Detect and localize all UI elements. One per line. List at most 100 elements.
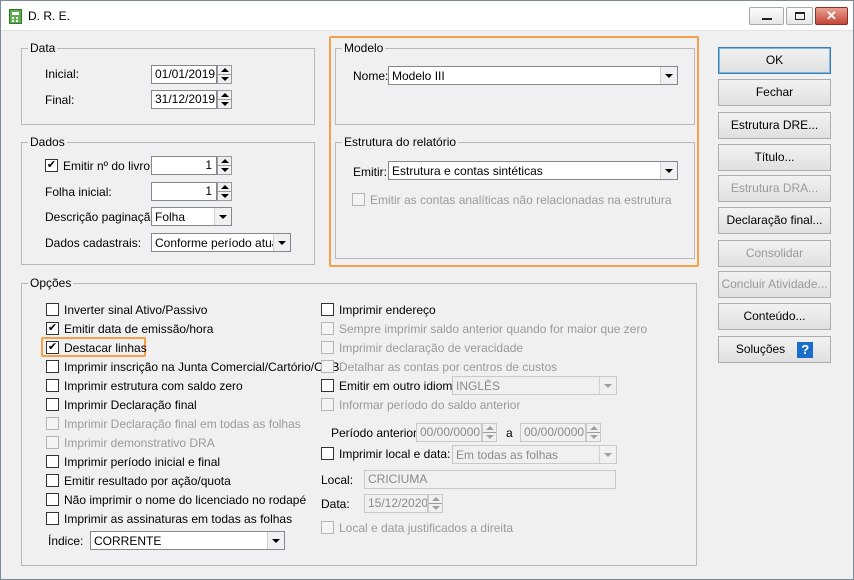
spin-up-icon[interactable] bbox=[218, 91, 231, 99]
left-options-label-8: Imprimir período inicial e final bbox=[64, 455, 221, 469]
chevron-down-icon[interactable] bbox=[660, 67, 677, 84]
contas-analiticas-label: Emitir as contas analíticas não relacion… bbox=[370, 193, 672, 207]
spin-up-icon[interactable] bbox=[218, 183, 231, 191]
spin-down-icon[interactable] bbox=[218, 99, 231, 107]
minimize-button[interactable] bbox=[749, 7, 784, 25]
estrutura-dra-button: Estrutura DRA... bbox=[718, 175, 831, 202]
emitir-label: Emitir: bbox=[353, 165, 387, 179]
folha-inicial-spinner[interactable] bbox=[217, 182, 232, 201]
left-options-label-5: Imprimir Declaração final bbox=[64, 398, 197, 412]
local-label: Local: bbox=[321, 473, 354, 487]
final-date-spinner[interactable] bbox=[217, 90, 232, 109]
dre-dialog: D. R. E. ✕ Data Inicial: 01/01/2019 Fina… bbox=[0, 0, 854, 580]
solucoes-label: Soluções bbox=[735, 342, 786, 356]
justificados-label: Local e data justificados a direita bbox=[339, 521, 514, 535]
left-options-label-9: Emitir resultado por ação/quota bbox=[64, 474, 231, 488]
nome-label: Nome: bbox=[353, 69, 389, 83]
spin-up-icon[interactable] bbox=[218, 157, 231, 165]
left-options-checkbox-11[interactable] bbox=[46, 512, 59, 525]
left-options-checkbox-10[interactable] bbox=[46, 493, 59, 506]
indice-select[interactable]: CORRENTE bbox=[90, 531, 285, 550]
left-options-label-7: Imprimir demonstrativo DRA bbox=[64, 436, 215, 450]
consolidar-empresas-button: Consolidar Empresas... bbox=[718, 240, 831, 285]
contas-analiticas-checkbox[interactable] bbox=[352, 193, 365, 206]
inicial-date-spinner[interactable] bbox=[217, 65, 232, 84]
chevron-down-icon[interactable] bbox=[214, 208, 231, 225]
emitir-livro-spinner[interactable] bbox=[217, 156, 232, 175]
final-date-input[interactable]: 31/12/2019 bbox=[151, 90, 217, 109]
left-options-checkbox-5[interactable] bbox=[46, 398, 59, 411]
left-options-label-1: Emitir data de emissão/hora bbox=[64, 322, 214, 336]
dados-cadastrais-select[interactable]: Conforme período atual bbox=[151, 233, 291, 252]
emitir-livro-input[interactable]: 1 bbox=[151, 156, 217, 175]
local-data-checkbox[interactable] bbox=[321, 447, 334, 460]
spin-down-icon bbox=[429, 503, 442, 511]
dados-cadastrais-label: Dados cadastrais: bbox=[45, 236, 142, 250]
chevron-down-icon bbox=[599, 446, 616, 463]
modelo-nome-value: Modelo III bbox=[392, 69, 445, 83]
periodo-fim-input: 00/00/0000 bbox=[520, 423, 586, 442]
solucoes-button[interactable]: Soluções? bbox=[718, 336, 831, 363]
titulo-button[interactable]: Título... bbox=[718, 144, 831, 171]
conteudo-button[interactable]: Conteúdo... bbox=[718, 303, 831, 330]
descricao-paginacao-value: Folha bbox=[155, 210, 186, 224]
data-spinner bbox=[428, 494, 443, 513]
idioma-select: INGLÊS bbox=[452, 376, 617, 395]
left-options-checkbox-1[interactable]: ✔ bbox=[46, 322, 59, 335]
right-options-label-0: Imprimir endereço bbox=[339, 303, 436, 317]
left-options-checkbox-3[interactable] bbox=[46, 360, 59, 373]
fechar-button[interactable]: Fechar bbox=[718, 79, 831, 106]
left-options-checkbox-2[interactable]: ✔ bbox=[46, 341, 59, 354]
left-options-checkbox-4[interactable] bbox=[46, 379, 59, 392]
estrutura-dre-button[interactable]: Estrutura DRE... bbox=[718, 112, 831, 139]
indice-value: CORRENTE bbox=[94, 534, 162, 548]
emitir-livro-checkbox[interactable]: ✔ bbox=[45, 159, 58, 172]
periodo-inicio-input: 00/00/0000 bbox=[416, 423, 482, 442]
spin-down-icon bbox=[587, 432, 600, 440]
periodo-fim-spinner bbox=[586, 423, 601, 442]
declaracao-final-button[interactable]: Declaração final... bbox=[718, 207, 831, 234]
maximize-icon bbox=[795, 12, 805, 20]
justificados-checkbox bbox=[321, 521, 334, 534]
emitir-estrutura-select[interactable]: Estrutura e contas sintéticas bbox=[388, 161, 678, 180]
left-options-checkbox-0[interactable] bbox=[46, 303, 59, 316]
chevron-down-icon[interactable] bbox=[660, 162, 677, 179]
spin-up-icon bbox=[587, 424, 600, 432]
periodo-inicio-spinner bbox=[482, 423, 497, 442]
chevron-down-icon[interactable] bbox=[267, 532, 284, 549]
maximize-button[interactable] bbox=[786, 7, 813, 25]
chevron-down-icon[interactable] bbox=[273, 234, 290, 251]
spin-down-icon[interactable] bbox=[218, 165, 231, 173]
window-title: D. R. E. bbox=[28, 9, 71, 23]
concluir-atividade-button: Concluir Atividade... bbox=[718, 271, 831, 298]
minimize-icon bbox=[762, 18, 772, 20]
close-button[interactable]: ✕ bbox=[815, 7, 848, 25]
spin-down-icon[interactable] bbox=[218, 74, 231, 82]
left-options-checkbox-8[interactable] bbox=[46, 455, 59, 468]
left-options-label-0: Inverter sinal Ativo/Passivo bbox=[64, 303, 208, 317]
left-options-checkbox-9[interactable] bbox=[46, 474, 59, 487]
spin-up-icon bbox=[483, 424, 496, 432]
left-options-checkbox-7 bbox=[46, 436, 59, 449]
left-options-label-3: Imprimir inscrição na Junta Comercial/Ca… bbox=[64, 360, 340, 374]
inicial-label: Inicial: bbox=[45, 67, 80, 81]
final-label: Final: bbox=[45, 93, 75, 107]
right-options-label-4: Emitir em outro idioma: bbox=[339, 379, 463, 393]
descricao-paginacao-select[interactable]: Folha bbox=[151, 207, 232, 226]
left-options-label-6: Imprimir Declaração final em todas as fo… bbox=[64, 417, 301, 431]
spin-down-icon[interactable] bbox=[218, 191, 231, 199]
spin-down-icon bbox=[483, 432, 496, 440]
ok-button[interactable]: OK bbox=[718, 47, 831, 74]
inicial-date-input[interactable]: 01/01/2019 bbox=[151, 65, 217, 84]
right-options-checkbox-0[interactable] bbox=[321, 303, 334, 316]
data-group-legend: Data bbox=[30, 41, 56, 55]
dados-cadastrais-value: Conforme período atual bbox=[155, 236, 282, 250]
idioma-value: INGLÊS bbox=[456, 379, 501, 393]
modelo-nome-select[interactable]: Modelo III bbox=[388, 66, 678, 85]
title-bar: D. R. E. ✕ bbox=[1, 1, 853, 31]
left-options-label-4: Imprimir estrutura com saldo zero bbox=[64, 379, 243, 393]
right-options-checkbox-4[interactable] bbox=[321, 379, 334, 392]
spin-up-icon[interactable] bbox=[218, 66, 231, 74]
folha-inicial-input[interactable]: 1 bbox=[151, 182, 217, 201]
right-options-checkbox-3 bbox=[321, 360, 334, 373]
